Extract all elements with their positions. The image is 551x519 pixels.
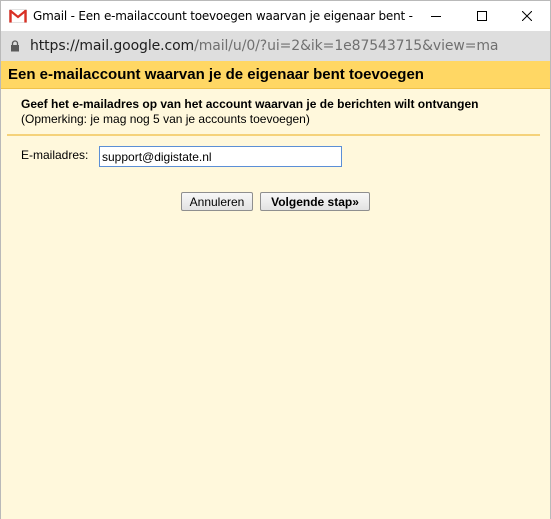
- maximize-button[interactable]: [459, 1, 505, 31]
- title-bar[interactable]: Gmail - Een e-mailaccount toevoegen waar…: [1, 1, 550, 31]
- instructions: Geef het e-mailadres op van het account …: [21, 97, 478, 126]
- cancel-button[interactable]: Annuleren: [181, 192, 253, 211]
- address-bar[interactable]: https://mail.google.com/mail/u/0/?ui=2&i…: [1, 31, 550, 61]
- dialog-header: Een e-mailaccount waarvan je de eigenaar…: [1, 61, 550, 89]
- minimize-icon: [431, 16, 441, 17]
- close-icon: [522, 11, 532, 21]
- next-step-button[interactable]: Volgende stap»: [260, 192, 370, 211]
- page-title: Een e-mailaccount waarvan je de eigenaar…: [8, 66, 424, 83]
- url-path: /mail/u/0/?ui=2&ik=1e87543715&view=ma: [194, 38, 499, 54]
- gmail-logo-icon: [9, 9, 27, 23]
- page-content: Een e-mailaccount waarvan je de eigenaar…: [1, 61, 550, 519]
- browser-popup-window: Gmail - Een e-mailaccount toevoegen waar…: [0, 0, 551, 519]
- instruction-main: Geef het e-mailadres op van het account …: [21, 97, 479, 111]
- window-title: Gmail - Een e-mailaccount toevoegen waar…: [33, 9, 413, 23]
- divider: [7, 134, 540, 136]
- maximize-icon: [477, 11, 487, 21]
- minimize-button[interactable]: [413, 1, 459, 31]
- url-text[interactable]: https://mail.google.com/mail/u/0/?ui=2&i…: [30, 38, 550, 54]
- lock-icon: [11, 40, 19, 52]
- form-panel: Geef het e-mailadres op van het account …: [1, 89, 550, 519]
- close-button[interactable]: [504, 1, 550, 31]
- email-label: E-mailadres:: [21, 148, 89, 162]
- url-host: https://mail.google.com: [30, 38, 195, 54]
- instruction-note: (Opmerking: je mag nog 5 van je accounts…: [21, 112, 310, 126]
- email-field[interactable]: [99, 146, 342, 167]
